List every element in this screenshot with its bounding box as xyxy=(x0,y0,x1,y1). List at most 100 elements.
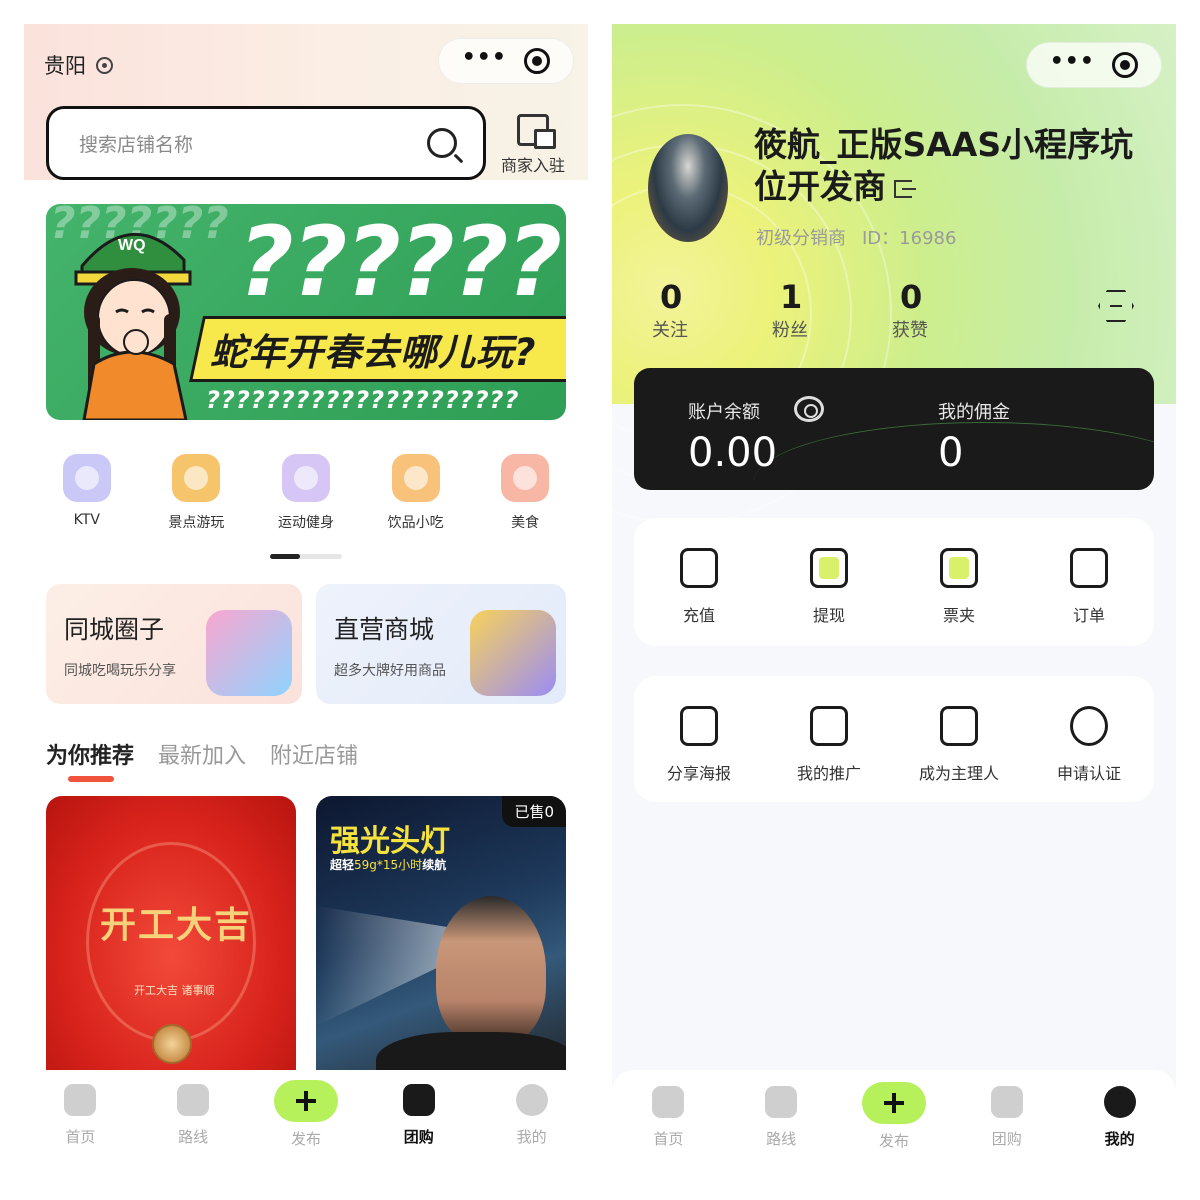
home-header: 贵阳 ••• 搜索店铺名称 商家入驻 xyxy=(24,24,588,180)
wallet-card: 账户余额 0.00 我的佣金 0 xyxy=(634,368,1154,490)
product-card[interactable]: 强光头灯 超轻59g*15小时续航 已售0 xyxy=(316,796,566,1086)
product-card[interactable]: 开工大吉 开工大吉 诸事顺 xyxy=(46,796,296,1086)
stat-following[interactable]: 0 关注 xyxy=(642,278,762,342)
username-text: 筱航_正版SAAS小程序坑位开发商 xyxy=(754,125,1134,206)
tab-recommended[interactable]: 为你推荐 xyxy=(46,738,134,782)
category-scenic[interactable]: 景点游玩 xyxy=(151,454,241,532)
commission-value: 0 xyxy=(938,430,964,476)
action-withdraw[interactable]: 提现 xyxy=(769,548,889,646)
action-apply-verify[interactable]: 申请认证 xyxy=(1029,706,1149,802)
merchant-join-label: 商家入驻 xyxy=(500,156,565,175)
close-target-icon[interactable] xyxy=(524,48,551,74)
action-label: 成为主理人 xyxy=(918,764,999,783)
category-snacks[interactable]: 饮品小吃 xyxy=(371,454,461,532)
tab-home[interactable]: 首页 xyxy=(623,1086,713,1176)
stat-likes[interactable]: 0 获赞 xyxy=(882,278,1002,342)
badge-icon xyxy=(940,706,978,746)
category-label: 饮品小吃 xyxy=(387,515,444,531)
product-subtitle: 超轻59g*15小时续航 xyxy=(330,856,446,873)
close-target-icon[interactable] xyxy=(1112,52,1139,78)
profile-stats: 0 关注 1 粉丝 0 获赞 xyxy=(642,278,1002,342)
tab-label: 发布 xyxy=(878,1132,909,1150)
promo-card-direct-mall[interactable]: 直营商城 超多大牌好用商品 xyxy=(316,584,566,704)
user-role: 初级分销商 xyxy=(756,228,846,249)
tab-group-buy[interactable]: 团购 xyxy=(962,1086,1052,1176)
subtitle-post: 续航 xyxy=(422,858,447,872)
tab-publish[interactable]: 发布 xyxy=(261,1080,351,1176)
tab-nearby[interactable]: 附近店铺 xyxy=(270,738,358,770)
tab-group-buy[interactable]: 团购 xyxy=(374,1084,464,1176)
tab-label: 我的 xyxy=(1104,1130,1135,1148)
mini-program-capsule: ••• xyxy=(1026,42,1162,88)
action-tickets[interactable]: 票夹 xyxy=(899,548,1019,646)
tab-label: 路线 xyxy=(178,1128,209,1146)
action-become-host[interactable]: 成为主理人 xyxy=(899,706,1019,802)
product-headline: 开工大吉 xyxy=(100,904,253,946)
bottom-tab-bar: 首页 路线 发布 团购 我的 xyxy=(24,1070,588,1176)
tab-label: 我的 xyxy=(516,1128,547,1146)
tab-route[interactable]: 路线 xyxy=(148,1084,238,1176)
bottom-tab-bar: 首页 路线 发布 团购 我的 xyxy=(612,1070,1176,1176)
tab-label: 发布 xyxy=(290,1130,321,1148)
more-icon[interactable]: ••• xyxy=(1050,51,1095,73)
eye-icon[interactable] xyxy=(794,396,824,422)
sold-count-badge: 已售0 xyxy=(502,796,566,827)
category-scroll-indicator xyxy=(270,554,342,559)
tab-mine[interactable]: 我的 xyxy=(487,1084,577,1176)
avatar[interactable] xyxy=(648,134,728,242)
route-icon xyxy=(177,1084,210,1116)
cap-logo: WQ xyxy=(118,237,146,254)
city-name: 贵阳 xyxy=(44,54,86,78)
action-label: 充值 xyxy=(682,606,715,625)
chat-icon xyxy=(990,1086,1023,1118)
category-ktv[interactable]: KTV xyxy=(42,454,132,532)
mini-program-capsule: ••• xyxy=(438,38,574,84)
promo-card-local-circle[interactable]: 同城圈子 同城吃喝玩乐分享 xyxy=(46,584,302,704)
recommend-tabs: 为你推荐 最新加入 附近店铺 xyxy=(46,738,358,782)
tab-publish[interactable]: 发布 xyxy=(849,1082,939,1176)
banner-slogan: 蛇年开春去哪儿玩? xyxy=(210,331,537,374)
settings-hex-icon[interactable] xyxy=(1098,290,1134,322)
user-id: ID：16986 xyxy=(862,228,957,249)
action-recharge[interactable]: 充值 xyxy=(639,548,759,646)
action-orders[interactable]: 订单 xyxy=(1029,548,1149,646)
banner-question-row: ????????????????????? xyxy=(206,386,520,414)
action-label: 提现 xyxy=(812,606,845,625)
map-pin-icon xyxy=(172,454,221,502)
smile-icon xyxy=(515,1084,548,1116)
more-icon[interactable]: ••• xyxy=(462,47,507,69)
tab-mine[interactable]: 我的 xyxy=(1075,1086,1165,1176)
plus-icon xyxy=(861,1082,926,1124)
plus-icon xyxy=(273,1080,338,1122)
category-fitness[interactable]: 运动健身 xyxy=(261,454,351,532)
profile-screen: ••• 筱航_正版SAAS小程序坑位开发商 初级分销商 ID：16986 0 关注 … xyxy=(612,24,1176,1176)
city-selector[interactable]: 贵阳 xyxy=(44,50,113,80)
tab-newest[interactable]: 最新加入 xyxy=(158,738,246,770)
merchant-join-button[interactable]: 商家入驻 xyxy=(492,114,574,176)
logout-icon[interactable] xyxy=(894,179,916,198)
promo-banner[interactable]: ??????? ??????? WQ 蛇年开春去哪儿玩? ???????????… xyxy=(46,204,566,420)
finance-actions: 充值 提现 票夹 订单 xyxy=(634,518,1154,646)
withdraw-icon xyxy=(810,548,848,588)
stat-followers[interactable]: 1 粉丝 xyxy=(762,278,882,342)
dumbbell-icon xyxy=(281,454,330,502)
tab-route[interactable]: 路线 xyxy=(736,1086,826,1176)
category-label: 景点游玩 xyxy=(168,515,225,531)
subtitle-highlight: 59g*15小时 xyxy=(354,858,423,872)
user-role-line: 初级分销商 ID：16986 xyxy=(756,224,956,250)
chat-icon xyxy=(402,1084,435,1116)
location-icon xyxy=(96,56,113,74)
action-label: 我的推广 xyxy=(796,764,861,783)
search-placeholder: 搜索店铺名称 xyxy=(79,133,194,156)
category-food[interactable]: 美食 xyxy=(480,454,570,532)
action-share-poster[interactable]: 分享海报 xyxy=(639,706,759,802)
action-my-promotion[interactable]: 我的推广 xyxy=(769,706,889,802)
promotion-icon xyxy=(810,706,848,746)
search-icon[interactable] xyxy=(427,128,457,158)
search-input[interactable]: 搜索店铺名称 xyxy=(46,106,486,180)
stat-label: 获赞 xyxy=(892,320,928,341)
tab-home[interactable]: 首页 xyxy=(35,1084,125,1176)
tab-label: 首页 xyxy=(65,1128,96,1146)
stat-value: 1 xyxy=(780,278,803,316)
banner-character-illustration: WQ xyxy=(74,233,192,420)
